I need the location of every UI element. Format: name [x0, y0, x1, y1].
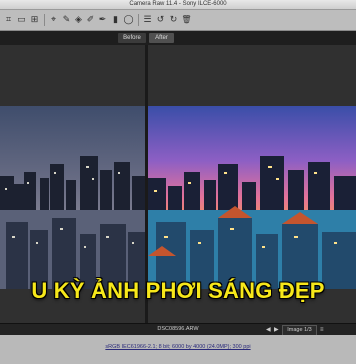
rotate-left-icon[interactable]: ↺ — [155, 14, 166, 25]
before-image — [0, 106, 145, 289]
after-image — [148, 106, 356, 289]
after-tab[interactable]: After — [149, 33, 174, 43]
transform-icon[interactable]: ⊞ — [29, 14, 40, 25]
trash-icon[interactable]: 🗑 — [181, 14, 192, 25]
toolbar-separator — [44, 14, 45, 26]
toolbar-separator — [138, 14, 139, 26]
tool-bar: ⌗ ▭ ⊞ ⌖ ✎ ◈ ✐ ✒ ▮ ◯ ☰ ↺ ↻ 🗑 — [0, 10, 356, 31]
workflow-footer: sRGB IEC61966-2.1; 8 bit; 6000 by 4000 (… — [0, 335, 356, 364]
spot-removal-icon[interactable]: ⌖ — [48, 14, 59, 25]
prev-image-icon[interactable]: ◀ — [266, 326, 271, 334]
rotate-right-icon[interactable]: ↻ — [168, 14, 179, 25]
workflow-options-link[interactable]: sRGB IEC61966-2.1; 8 bit; 6000 by 4000 (… — [0, 344, 356, 350]
window-title: Camera Raw 11.4 - Sony ILCE-6000 — [129, 1, 227, 7]
preview-canvas: Before After U KỲ ẢNH PHƠI SÁNG ĐẸP — [0, 31, 356, 323]
color-sampler-icon[interactable]: ◈ — [73, 14, 84, 25]
next-image-icon[interactable]: ▶ — [274, 326, 279, 334]
before-tab[interactable]: Before — [118, 33, 146, 43]
white-balance-icon[interactable]: ✎ — [61, 14, 72, 25]
compare-bar: Before After — [0, 31, 356, 45]
straighten-icon[interactable]: ▭ — [16, 14, 27, 25]
title-bar: Camera Raw 11.4 - Sony ILCE-6000 — [0, 0, 356, 10]
status-bar: DSC08596.ARW ◀ ▶ Image 1/3 ≡ — [0, 323, 356, 336]
before-photo — [0, 106, 145, 289]
title-banner: U KỲ ẢNH PHƠI SÁNG ĐẸP — [0, 266, 356, 316]
red-eye-icon[interactable]: ✐ — [85, 14, 96, 25]
after-photo — [148, 106, 356, 289]
graduated-filter-icon[interactable]: ▮ — [110, 14, 121, 25]
filmstrip-menu-icon[interactable]: ≡ — [320, 326, 324, 334]
adjustment-brush-icon[interactable]: ✒ — [97, 14, 108, 25]
banner-text: U KỲ ẢNH PHƠI SÁNG ĐẸP — [31, 278, 325, 303]
crop-icon[interactable]: ⌗ — [3, 14, 14, 25]
radial-filter-icon[interactable]: ◯ — [123, 14, 134, 25]
preferences-icon[interactable]: ☰ — [142, 14, 153, 25]
